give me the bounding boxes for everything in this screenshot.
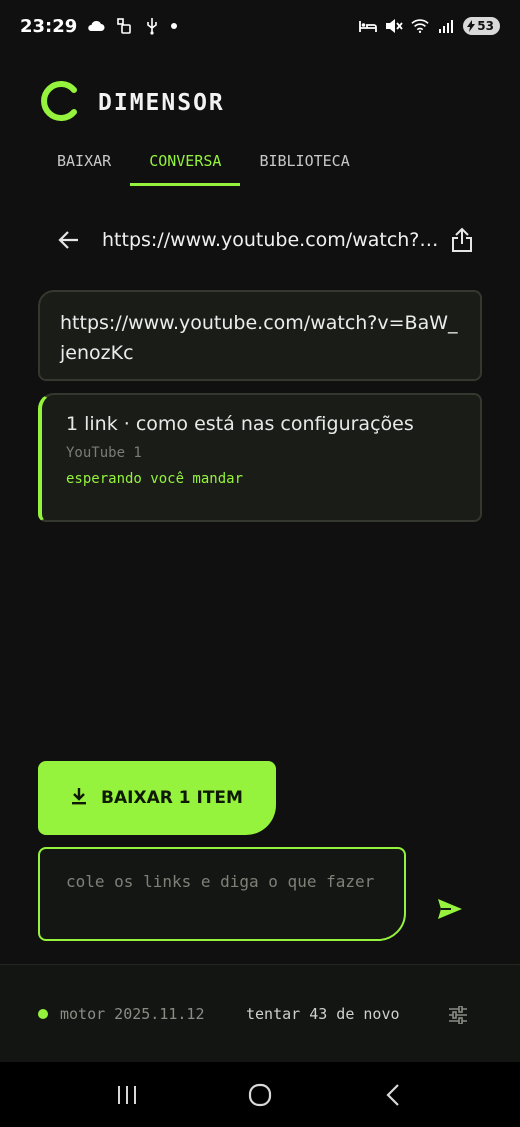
tab-baixar[interactable]: BAIXAR: [38, 140, 130, 186]
message-input[interactable]: cole os links e diga o que fazer: [38, 847, 406, 941]
download-button-label: BAIXAR 1 ITEM: [101, 788, 243, 808]
download-button[interactable]: BAIXAR 1 ITEM: [38, 761, 276, 835]
share-icon[interactable]: [442, 216, 482, 264]
usb-debug-icon: [115, 17, 133, 35]
app-name: DIMENSOR: [98, 90, 225, 116]
user-message-bubble: https://www.youtube.com/watch?v=BaW_jeno…: [38, 290, 482, 381]
message-input-placeholder: cole os links e diga o que fazer: [66, 872, 375, 891]
send-icon[interactable]: [430, 893, 470, 925]
battery-level: 53: [477, 19, 494, 33]
signal-icon: [437, 17, 455, 35]
reply-status: esperando você mandar: [66, 471, 244, 487]
conversation-title: https://www.youtube.com/watch?v=BaW_jeno…: [102, 229, 442, 251]
cloud-icon: [87, 17, 105, 35]
notification-dot-icon: [171, 23, 178, 29]
status-right: 53: [359, 17, 500, 35]
battery-icon: 53: [463, 17, 500, 35]
reply-bubble: 1 link · como está nas configurações You…: [38, 393, 482, 522]
back-icon[interactable]: [363, 1070, 423, 1120]
wifi-icon: [411, 17, 429, 35]
status-bar: 23:29 53: [0, 0, 520, 52]
download-icon: [71, 787, 87, 810]
recent-apps-icon[interactable]: [97, 1070, 157, 1120]
mute-icon: [385, 17, 403, 35]
engine-status-dot: [38, 1009, 48, 1019]
status-time: 23:29: [20, 15, 78, 37]
usb-icon: [143, 17, 161, 35]
system-navigation-bar: [0, 1062, 520, 1127]
status-left: 23:29: [20, 15, 178, 37]
footer-bar: motor 2025.11.12 tentar 43 de novo: [0, 964, 520, 1062]
user-message-text: https://www.youtube.com/watch?v=BaW_jeno…: [60, 312, 458, 364]
tab-biblioteca[interactable]: BIBLIOTECA: [240, 140, 368, 186]
home-icon[interactable]: [230, 1070, 290, 1120]
back-arrow-icon[interactable]: [46, 216, 92, 264]
tune-settings-icon[interactable]: [446, 1003, 470, 1027]
c-logo-icon: [38, 79, 82, 127]
engine-version: motor 2025.11.12: [60, 1005, 205, 1023]
bed-icon: [359, 17, 378, 35]
tab-bar: BAIXAR CONVERSA BIBLIOTECA: [38, 140, 369, 188]
reply-source: YouTube 1: [66, 445, 142, 461]
tab-conversa[interactable]: CONVERSA: [130, 140, 241, 186]
retry-button[interactable]: tentar 43 de novo: [246, 1005, 400, 1023]
conversation-header: https://www.youtube.com/watch?v=BaW_jeno…: [38, 216, 482, 264]
app-brand: DIMENSOR: [38, 80, 225, 126]
reply-title: 1 link · como está nas configurações: [66, 413, 414, 435]
